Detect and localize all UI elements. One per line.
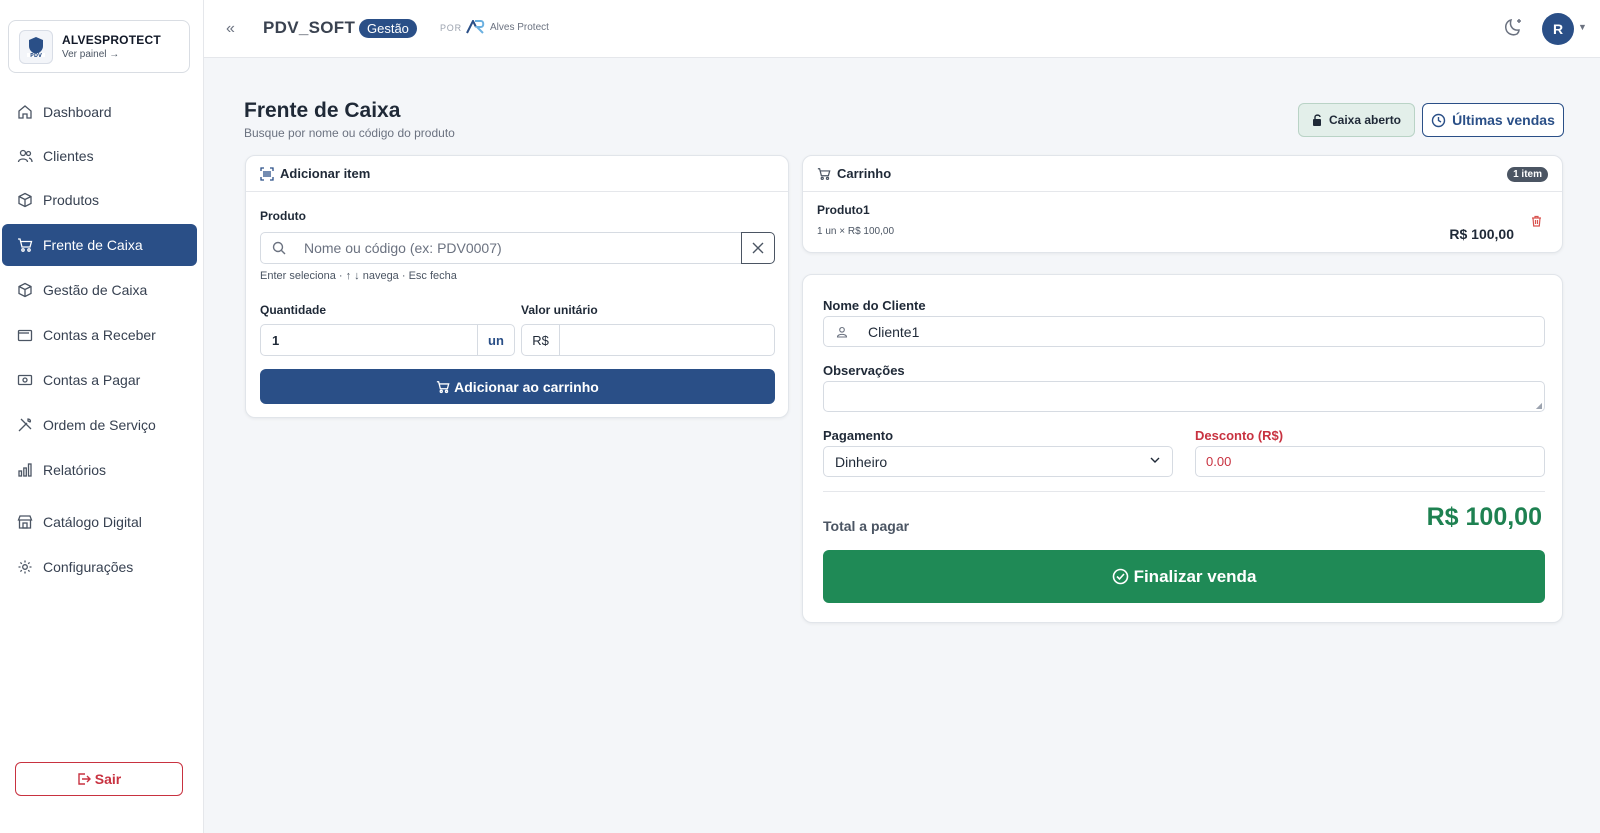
collapse-sidebar-icon[interactable]: « <box>226 20 235 38</box>
page-subtitle: Busque por nome ou código do produto <box>244 126 455 140</box>
unlock-icon <box>1312 114 1323 126</box>
alves-protect-logo-icon <box>466 20 486 34</box>
box-icon <box>16 191 34 209</box>
sidebar-item-label: Ordem de Serviço <box>43 417 156 433</box>
logout-icon <box>77 772 91 786</box>
finalize-sale-button[interactable]: Finalizar venda <box>823 550 1545 603</box>
tools-icon <box>16 416 34 434</box>
page-title: Frente de Caixa <box>244 99 401 122</box>
unit-price-input[interactable] <box>559 324 775 356</box>
observations-textarea[interactable]: ◢ <box>823 381 1545 412</box>
add-item-card: Adicionar item Produto Nome ou código (e… <box>245 155 789 418</box>
sidebar-item-label: Clientes <box>43 148 94 164</box>
caixa-aberto-button[interactable]: Caixa aberto <box>1298 103 1415 137</box>
unit-price-label: Valor unitário <box>521 303 598 317</box>
money-icon <box>16 371 34 389</box>
clock-icon <box>1431 113 1446 128</box>
sidebar-item-catalogo-digital[interactable]: Catálogo Digital <box>2 501 197 543</box>
payment-label: Pagamento <box>823 428 894 443</box>
user-icon <box>836 326 848 338</box>
quantity-unit: un <box>477 324 515 356</box>
brand-panel-link[interactable]: Ver painel → <box>62 49 161 60</box>
sidebar-item-label: Relatórios <box>43 462 107 478</box>
sidebar-item-ordem-de-servico[interactable]: Ordem de Serviço <box>2 404 197 446</box>
bar-chart-icon <box>16 461 34 479</box>
total-value: R$ 100,00 <box>1426 503 1542 531</box>
search-icon <box>272 241 286 255</box>
brand-name: ALVESPROTECT <box>62 33 161 47</box>
sidebar: PDV ALVESPROTECT Ver painel → Dashboard … <box>0 0 204 833</box>
cart-item-name: Produto1 <box>817 203 870 217</box>
sidebar-item-contas-a-pagar[interactable]: Contas a Pagar <box>2 359 197 401</box>
by-label: POR <box>440 23 462 33</box>
theme-toggle-moon-icon[interactable] <box>1503 16 1525 43</box>
module-badge: Gestão <box>359 19 417 38</box>
cart-item-detail: 1 un × R$ 100,00 <box>817 226 895 237</box>
sidebar-item-label: Contas a Pagar <box>43 372 141 388</box>
clear-search-button[interactable] <box>741 232 775 264</box>
quantity-label: Quantidade <box>260 303 327 317</box>
sidebar-item-label: Dashboard <box>43 104 112 120</box>
sidebar-item-label: Produtos <box>43 192 100 208</box>
cart-count-badge: 1 item <box>1507 167 1548 182</box>
add-item-header: Adicionar item <box>246 156 788 192</box>
ultimas-vendas-button[interactable]: Últimas vendas <box>1422 103 1564 137</box>
discount-input[interactable]: 0.00 <box>1195 446 1545 477</box>
company-credit: Alves Protect <box>466 20 549 34</box>
barcode-scan-icon <box>260 166 274 181</box>
cart-icon <box>436 380 450 394</box>
brand-logo: PDV <box>19 29 53 64</box>
observations-label: Observações <box>823 363 905 378</box>
brand-card[interactable]: PDV ALVESPROTECT Ver painel → <box>8 20 190 73</box>
close-icon <box>752 242 764 254</box>
store-icon <box>16 513 34 531</box>
sidebar-item-produtos[interactable]: Produtos <box>2 179 197 221</box>
chevron-down-icon[interactable]: ▼ <box>1578 22 1587 32</box>
divider <box>823 491 1545 492</box>
payment-select[interactable]: Dinheiro <box>823 446 1173 477</box>
check-circle-icon <box>1112 568 1129 585</box>
svg-text:PDV: PDV <box>30 53 42 59</box>
sidebar-item-gestao-de-caixa[interactable]: Gestão de Caixa <box>2 269 197 311</box>
chevron-down-icon <box>1150 457 1160 464</box>
gear-icon <box>16 558 34 576</box>
add-to-cart-button[interactable]: Adicionar ao carrinho <box>260 369 775 404</box>
product-search-input[interactable]: Nome ou código (ex: PDV0007) <box>260 232 742 264</box>
top-header: « PDV_SOFT Gestão POR Alves Protect R ▼ <box>204 0 1600 58</box>
keyboard-hint: Enter seleciona · ↑ ↓ navega · Esc fecha <box>260 270 457 282</box>
sidebar-item-contas-a-receber[interactable]: Contas a Receber <box>2 314 197 356</box>
currency-prefix: R$ <box>521 324 560 356</box>
sidebar-item-label: Frente de Caixa <box>43 237 143 253</box>
trash-icon[interactable] <box>1531 215 1542 227</box>
discount-label: Desconto (R$) <box>1195 428 1284 443</box>
sidebar-item-clientes[interactable]: Clientes <box>2 135 197 177</box>
logout-button[interactable]: Sair <box>15 762 183 796</box>
sidebar-item-label: Contas a Receber <box>43 327 156 343</box>
resize-handle-icon[interactable]: ◢ <box>1536 401 1542 410</box>
quantity-input[interactable]: 1 <box>260 324 478 356</box>
users-icon <box>16 147 34 165</box>
home-icon <box>16 103 34 121</box>
sidebar-item-relatorios[interactable]: Relatórios <box>2 449 197 491</box>
app-title: PDV_SOFT <box>263 18 356 37</box>
cart-header: Carrinho <box>803 156 1562 192</box>
product-label: Produto <box>260 209 306 223</box>
sidebar-item-dashboard[interactable]: Dashboard <box>2 91 197 133</box>
client-name-input[interactable]: Cliente1 <box>823 316 1545 347</box>
sidebar-item-configuracoes[interactable]: Configurações <box>2 546 197 588</box>
user-avatar[interactable]: R <box>1542 13 1574 45</box>
cart-item-total: R$ 100,00 <box>1449 226 1514 242</box>
checkout-card: Nome do Cliente Cliente1 Observações ◢ P… <box>802 274 1563 623</box>
total-label: Total a pagar <box>823 518 910 534</box>
sidebar-item-label: Configurações <box>43 559 134 575</box>
cart-card: Carrinho 1 item Produto1 1 un × R$ 100,0… <box>802 155 1563 253</box>
cart-icon <box>817 167 831 181</box>
cart-icon <box>16 236 34 254</box>
sidebar-item-label: Catálogo Digital <box>43 514 142 530</box>
wallet-icon <box>16 326 34 344</box>
sidebar-item-frente-de-caixa[interactable]: Frente de Caixa <box>2 224 197 266</box>
client-name-label: Nome do Cliente <box>823 298 926 313</box>
sidebar-item-label: Gestão de Caixa <box>43 282 148 298</box>
box-icon <box>16 281 34 299</box>
